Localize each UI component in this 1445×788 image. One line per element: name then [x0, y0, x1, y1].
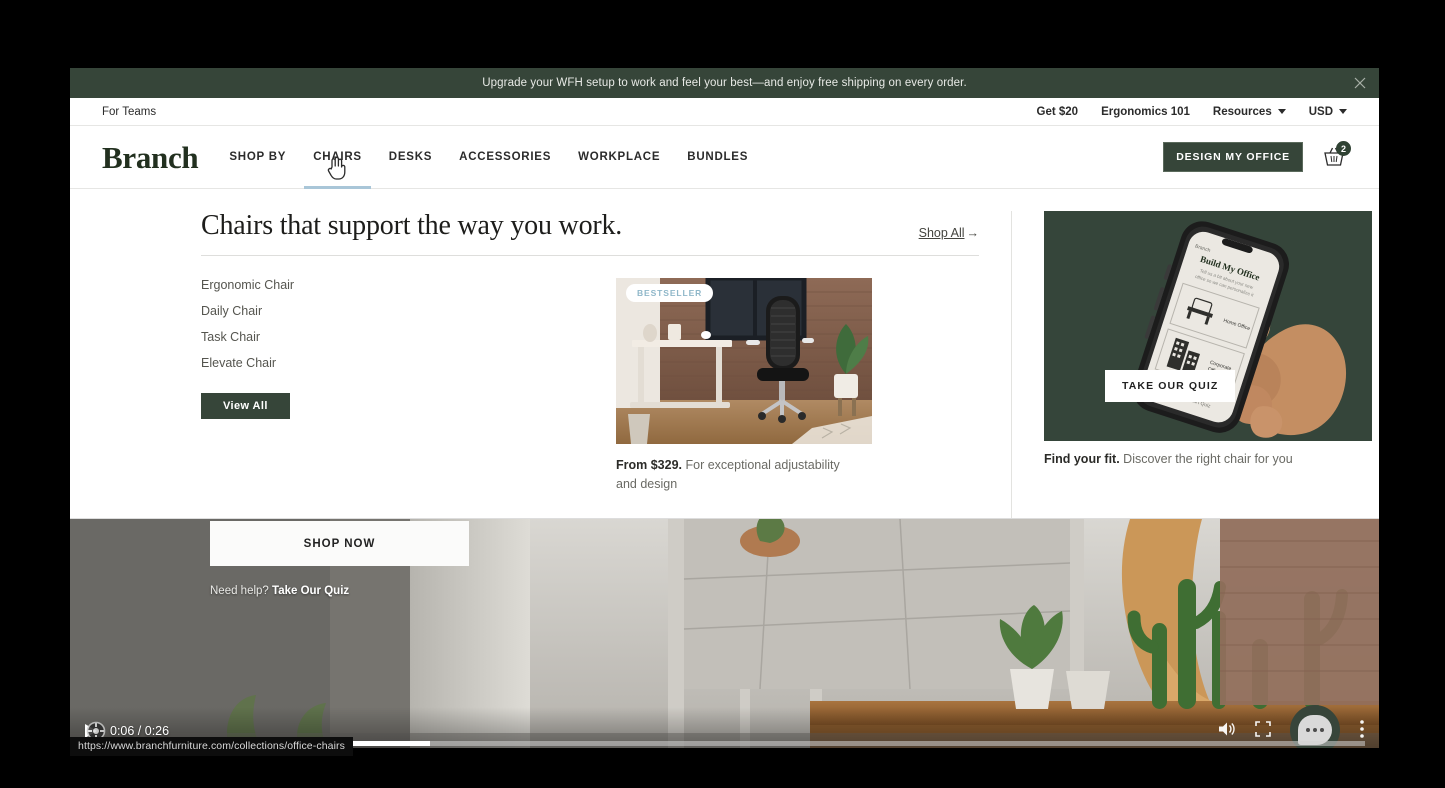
mega-menu-right: Branch Build My Office Tell us a bit abo… [1011, 211, 1379, 518]
utility-link-get-20[interactable]: Get $20 [1037, 106, 1079, 118]
need-help-text: Need help? Take Our Quiz [210, 585, 349, 597]
nav-item-shop-by[interactable]: SHOP BY [229, 126, 286, 188]
chairs-mega-menu: Chairs that support the way you work. Sh… [70, 189, 1379, 519]
volume-icon[interactable] [1218, 721, 1236, 742]
cart-button[interactable]: 2 [1321, 141, 1351, 170]
arrow-right-icon: → [966, 225, 980, 240]
view-all-button[interactable]: View All [201, 392, 290, 419]
cart-count-badge: 2 [1336, 141, 1351, 156]
chevron-down-icon [1339, 109, 1347, 114]
design-my-office-button[interactable]: DESIGN MY OFFICE [1163, 142, 1303, 172]
need-help-prefix: Need help? [210, 585, 273, 597]
utility-link-for-teams[interactable]: For Teams [102, 106, 156, 118]
quiz-promo-caption: Find your fit. Discover the right chair … [1044, 452, 1347, 466]
mega-menu-body: Ergonomic Chair Daily Chair Task Chair E… [201, 277, 1011, 495]
nav-item-chairs[interactable]: CHAIRS [304, 126, 371, 189]
video-time-display: 0:06 / 0:26 [110, 724, 170, 738]
featured-product-image[interactable]: BESTSELLER [616, 277, 872, 444]
nav-items: SHOP BY CHAIRS DESKS ACCESSORIES WORKPLA… [229, 126, 748, 189]
mega-menu-heading-row: Chairs that support the way you work. Sh… [201, 210, 979, 256]
nav-item-workplace[interactable]: WORKPLACE [578, 126, 660, 188]
utility-bar: For Teams Get $20 Ergonomics 101 Resourc… [70, 98, 1379, 126]
status-bar-url: https://www.branchfurniture.com/collecti… [70, 737, 353, 756]
utility-bar-right: Get $20 Ergonomics 101 Resources USD [1037, 106, 1347, 118]
promo-banner: Upgrade your WFH setup to work and feel … [70, 68, 1379, 98]
shop-now-button[interactable]: SHOP NOW [210, 521, 469, 566]
fullscreen-icon[interactable] [1255, 720, 1271, 742]
shop-all-link[interactable]: Shop All → [919, 226, 979, 242]
close-icon[interactable] [1353, 76, 1367, 90]
featured-product-caption: From $329. For exceptional adjustability… [616, 456, 864, 495]
mega-menu-heading: Chairs that support the way you work. [201, 210, 623, 241]
utility-link-ergonomics-101[interactable]: Ergonomics 101 [1101, 106, 1190, 118]
category-daily-chair[interactable]: Daily Chair [201, 304, 616, 319]
mega-menu-left: Chairs that support the way you work. Sh… [70, 210, 1011, 518]
take-our-quiz-link[interactable]: Take Our Quiz [272, 585, 349, 597]
more-options-icon[interactable] [1359, 719, 1365, 744]
nav-item-desks[interactable]: DESKS [389, 126, 432, 188]
category-ergonomic-chair[interactable]: Ergonomic Chair [201, 278, 616, 293]
nav-item-accessories[interactable]: ACCESSORIES [459, 126, 551, 188]
product-scene-art [616, 277, 872, 444]
chevron-down-icon [1277, 109, 1286, 114]
quiz-caption-bold: Find your fit. [1044, 452, 1120, 466]
video-hero[interactable]: SHOP NOW Need help? Take Our Quiz 0:06 /… [70, 519, 1379, 748]
take-our-quiz-button[interactable]: TAKE OUR QUIZ [1105, 370, 1236, 402]
nav-right: DESIGN MY OFFICE 2 [1163, 141, 1351, 172]
utility-dropdown-currency-label: USD [1308, 105, 1333, 118]
brand-logo[interactable]: Branch [102, 142, 199, 173]
utility-dropdown-resources-label: Resources [1212, 105, 1272, 118]
quiz-promo-card[interactable]: Branch Build My Office Tell us a bit abo… [1044, 211, 1372, 441]
nav-item-bundles[interactable]: BUNDLES [687, 126, 748, 188]
quiz-promo-art: Branch Build My Office Tell us a bit abo… [1044, 211, 1372, 441]
bestseller-badge: BESTSELLER [626, 283, 714, 302]
category-elevate-chair[interactable]: Elevate Chair [201, 356, 616, 371]
utility-bar-left: For Teams [102, 106, 156, 118]
main-navigation: Branch SHOP BY CHAIRS DESKS ACCESSORIES … [70, 126, 1379, 189]
featured-product: BESTSELLER From $329. For exceptional ad… [616, 277, 872, 495]
shop-all-label: Shop All [918, 225, 965, 240]
utility-dropdown-currency[interactable]: USD [1309, 106, 1347, 118]
category-list: Ergonomic Chair Daily Chair Task Chair E… [201, 278, 616, 495]
featured-product-price: From $329. [616, 457, 683, 472]
utility-dropdown-resources[interactable]: Resources [1213, 106, 1286, 118]
category-task-chair[interactable]: Task Chair [201, 330, 616, 345]
promo-banner-text: Upgrade your WFH setup to work and feel … [482, 77, 967, 89]
browser-viewport: Upgrade your WFH setup to work and feel … [70, 68, 1379, 748]
quiz-caption-rest: Discover the right chair for you [1119, 452, 1293, 466]
